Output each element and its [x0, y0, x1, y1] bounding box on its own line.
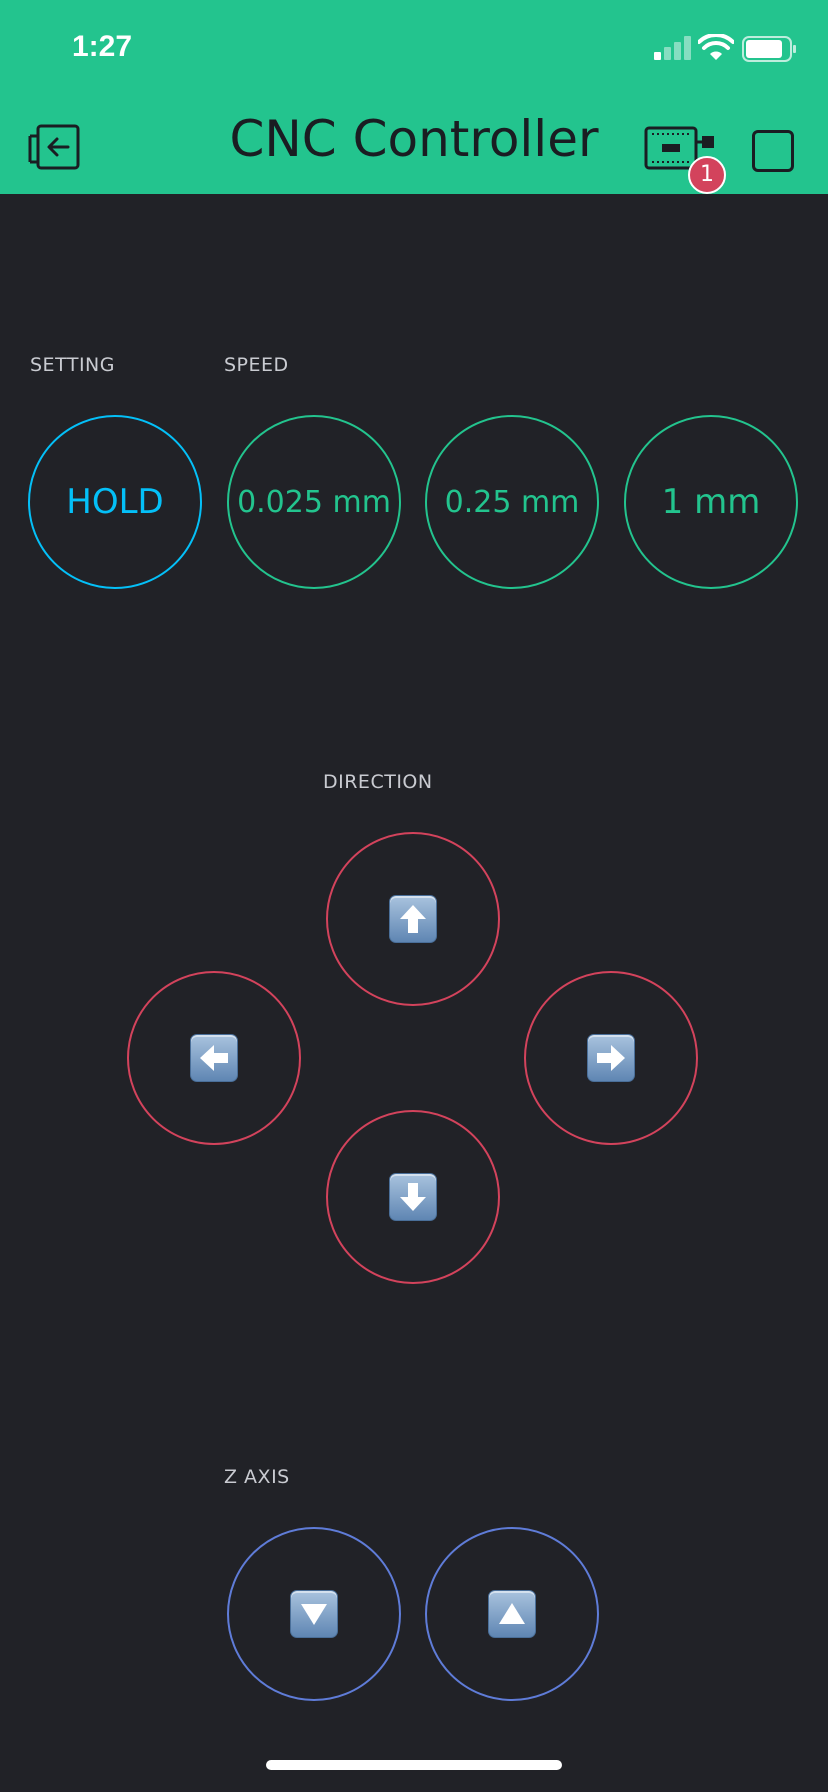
stop-button[interactable] [752, 130, 794, 172]
hold-button[interactable]: HOLD [28, 415, 202, 589]
z-up-button[interactable] [425, 1527, 599, 1701]
triangle-down-icon [290, 1590, 338, 1638]
speed-1mm-button[interactable]: 1 mm [624, 415, 798, 589]
arrow-down-icon [389, 1173, 437, 1221]
speed-button-label: 0.25 mm [444, 484, 580, 520]
speed-label: SPEED [224, 354, 289, 376]
home-indicator[interactable] [266, 1760, 562, 1770]
speed-button-label: 1 mm [661, 482, 761, 522]
cellular-signal-icon [654, 36, 691, 60]
move-up-button[interactable] [326, 832, 500, 1006]
speed-button-label: 0.025 mm [237, 484, 391, 520]
arrow-up-icon [389, 895, 437, 943]
device-count-badge: 1 [688, 156, 726, 194]
direction-label: DIRECTION [323, 771, 433, 793]
triangle-up-icon [488, 1590, 536, 1638]
app-header: 1:27 CNC Controller 1 [0, 0, 828, 194]
hold-button-label: HOLD [66, 482, 164, 522]
status-time: 1:27 [72, 30, 133, 63]
speed-0-25mm-button[interactable]: 0.25 mm [425, 415, 599, 589]
move-down-button[interactable] [326, 1110, 500, 1284]
z-axis-label: Z AXIS [224, 1466, 290, 1488]
battery-icon [742, 36, 796, 62]
move-left-button[interactable] [127, 971, 301, 1145]
setting-label: SETTING [30, 354, 115, 376]
wifi-icon [698, 34, 734, 60]
z-down-button[interactable] [227, 1527, 401, 1701]
move-right-button[interactable] [524, 971, 698, 1145]
arrow-right-icon [587, 1034, 635, 1082]
arrow-left-icon [190, 1034, 238, 1082]
speed-0-025mm-button[interactable]: 0.025 mm [227, 415, 401, 589]
